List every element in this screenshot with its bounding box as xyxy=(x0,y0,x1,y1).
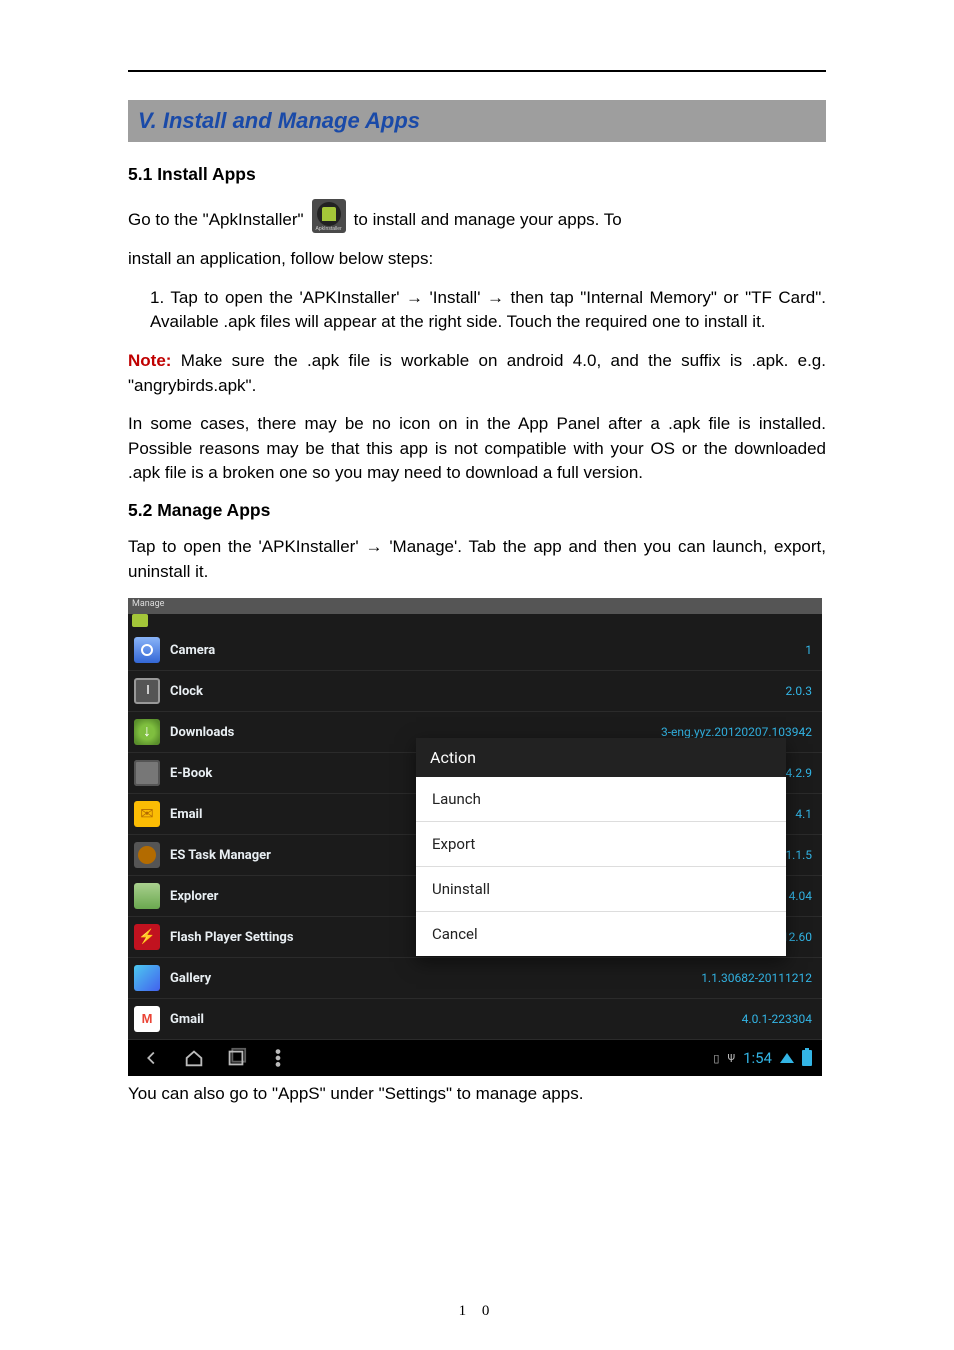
explorer-icon xyxy=(134,883,160,909)
gmail-icon xyxy=(134,1006,160,1032)
intro-text-b: to install and manage your apps. To xyxy=(354,208,622,233)
heading-manage-apps: 5.2 Manage Apps xyxy=(128,500,826,521)
list-item[interactable]: Camera1 xyxy=(128,630,822,671)
sdcard-icon: ▯ xyxy=(713,1052,719,1065)
status-bar: ▯ Ψ 1:54 xyxy=(713,1049,812,1067)
dialog-title: Action xyxy=(416,738,786,777)
clock-icon xyxy=(134,678,160,704)
dialog-option-uninstall[interactable]: Uninstall xyxy=(416,867,786,912)
app-version: 4.04 xyxy=(789,889,812,903)
apkinstaller-icon-label: ApkInstaller xyxy=(316,227,342,232)
after-screenshot-paragraph: You can also go to "AppS" under "Setting… xyxy=(128,1082,826,1107)
dialog-option-launch[interactable]: Launch xyxy=(416,777,786,822)
section-banner: V. Install and Manage Apps xyxy=(128,100,826,142)
email-icon xyxy=(134,801,160,827)
flash-icon xyxy=(134,924,160,950)
list-item[interactable]: Clock2.0.3 xyxy=(128,671,822,712)
intro-paragraph-1: Go to the "ApkInstaller" ApkInstaller to… xyxy=(128,199,826,233)
manage-paragraph: Tap to open the 'APKInstaller' → 'Manage… xyxy=(128,535,826,584)
compat-paragraph: In some cases, there may be no icon on i… xyxy=(128,412,826,486)
app-version: 4.1 xyxy=(795,807,812,821)
android-glyph-icon xyxy=(317,202,341,226)
app-name: Gmail xyxy=(170,1012,742,1027)
system-navbar: ▯ Ψ 1:54 xyxy=(128,1040,822,1076)
wifi-icon xyxy=(780,1053,794,1063)
app-name: Camera xyxy=(170,643,805,658)
list-item[interactable]: Gmail4.0.1-223304 xyxy=(128,999,822,1040)
heading-install-apps: 5.1 Install Apps xyxy=(128,164,826,185)
action-dialog: Action Launch Export Uninstall Cancel xyxy=(416,738,786,956)
breadcrumb xyxy=(128,614,822,630)
back-button[interactable] xyxy=(138,1046,166,1070)
step-1: 1. Tap to open the 'APKInstaller' → 'Ins… xyxy=(128,286,826,335)
app-name: Gallery xyxy=(170,971,701,986)
app-version: 4.2.9 xyxy=(785,766,812,780)
page-number: 1 0 xyxy=(0,1303,954,1320)
battery-icon xyxy=(802,1050,812,1066)
note-paragraph: Note: Make sure the .apk file is workabl… xyxy=(128,349,826,398)
camera-icon xyxy=(134,637,160,663)
es-task-manager-icon xyxy=(134,842,160,868)
app-name: Clock xyxy=(170,684,785,699)
gallery-icon xyxy=(134,965,160,991)
note-body: Make sure the .apk file is workable on a… xyxy=(128,351,826,395)
app-version: 4.0.1-223304 xyxy=(742,1012,812,1026)
recent-apps-button[interactable] xyxy=(222,1046,250,1070)
top-rule xyxy=(128,70,826,72)
apkinstaller-icon: ApkInstaller xyxy=(312,199,346,233)
usb-icon: Ψ xyxy=(727,1052,735,1065)
app-version: 2.0.3 xyxy=(785,684,812,698)
list-item[interactable]: Gallery1.1.30682-20111212 xyxy=(128,958,822,999)
dialog-option-cancel[interactable]: Cancel xyxy=(416,912,786,956)
android-chip-icon xyxy=(132,614,148,627)
app-version: 1 xyxy=(805,643,812,657)
app-version: 1.1.30682-20111212 xyxy=(701,971,812,985)
menu-button[interactable] xyxy=(264,1046,292,1070)
clock-text: 1:54 xyxy=(743,1049,772,1067)
note-label: Note: xyxy=(128,351,171,370)
activity-title: Manage xyxy=(128,598,822,614)
app-version: 3-eng.yyz.20120207.103942 xyxy=(661,725,812,739)
home-button[interactable] xyxy=(180,1046,208,1070)
intro-text-a: Go to the "ApkInstaller" xyxy=(128,208,304,233)
android-screenshot: Manage Camera1 Clock2.0.3 Downloads3-eng… xyxy=(128,598,822,1076)
ebook-icon xyxy=(134,760,160,786)
intro-paragraph-2: install an application, follow below ste… xyxy=(128,247,826,272)
app-version: 1.1.5 xyxy=(785,848,812,862)
download-icon xyxy=(134,719,160,745)
dialog-option-export[interactable]: Export xyxy=(416,822,786,867)
